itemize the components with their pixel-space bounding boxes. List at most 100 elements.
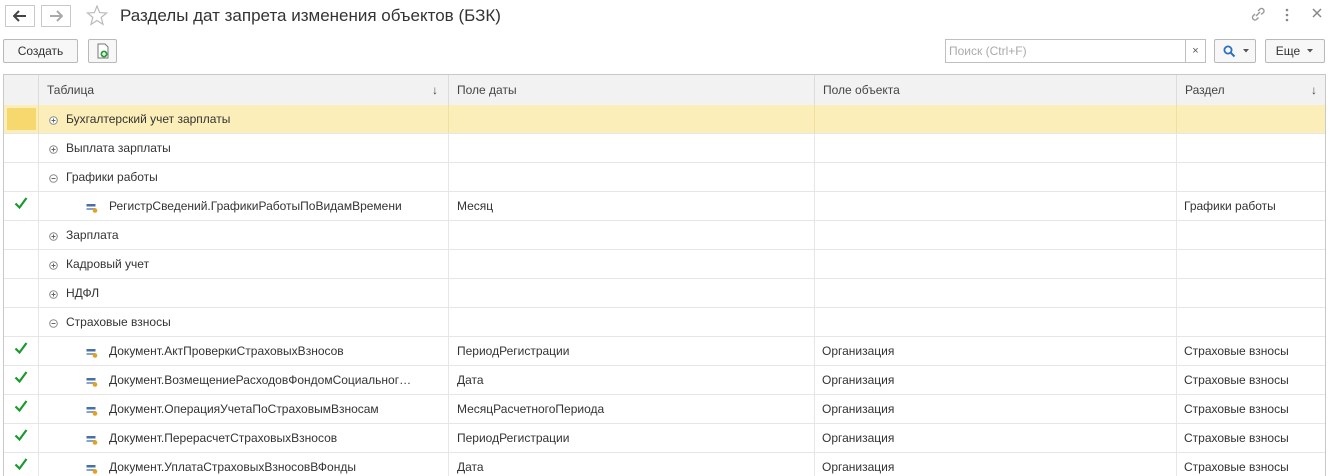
cell-section: Страховые взносы [1184, 460, 1289, 474]
table-row[interactable]: Документ.УплатаСтраховыхВзносовВФонды Дат… [4, 453, 1325, 476]
expand-icon[interactable] [49, 288, 58, 299]
search-button[interactable] [1214, 39, 1256, 63]
register-icon [86, 463, 98, 474]
document-add-icon [97, 43, 108, 59]
column-divider [814, 279, 815, 307]
column-divider [38, 395, 39, 423]
forward-button[interactable] [41, 5, 71, 27]
table-row[interactable]: Документ.ОперацияУчетаПоСтраховымВзносам… [4, 395, 1325, 424]
link-icon[interactable] [1250, 6, 1266, 25]
column-divider [38, 337, 39, 365]
column-divider [38, 366, 39, 394]
cell-object-field [822, 192, 1172, 220]
group-row[interactable]: НДФЛ [4, 279, 1325, 308]
group-row[interactable]: Выплата зарплаты [4, 134, 1325, 163]
column-divider [448, 134, 449, 162]
add-from-copy-button[interactable] [88, 39, 117, 63]
column-divider [38, 221, 39, 249]
collapse-icon[interactable] [49, 317, 58, 328]
cell-date-field [457, 134, 807, 162]
cell-object-field [822, 134, 1172, 162]
sections-table[interactable]: Таблица ↓ Поле даты Поле объекта Раздел … [3, 74, 1326, 476]
cell-section [1184, 308, 1324, 336]
column-divider [448, 424, 449, 452]
expand-icon[interactable] [49, 259, 58, 270]
header-section[interactable]: Раздел ↓ [1176, 75, 1325, 105]
clear-icon: × [1192, 45, 1199, 57]
column-divider [448, 192, 449, 220]
more-button[interactable]: Еще [1265, 39, 1325, 63]
favorite-star-icon[interactable] [85, 4, 109, 29]
cell-section: Графики работы [1184, 199, 1276, 213]
column-divider [38, 134, 39, 162]
column-divider [814, 366, 815, 394]
cell-section [1184, 105, 1324, 133]
column-divider [814, 192, 815, 220]
column-divider [1176, 366, 1177, 394]
chevron-down-icon [1243, 49, 1249, 53]
group-row[interactable]: Бухгалтерский учет зарплаты [4, 105, 1325, 134]
search-placeholder: Поиск (Ctrl+F) [949, 44, 1027, 58]
cell-object-field [822, 105, 1172, 133]
cell-table: Документ.ОперацияУчетаПоСтраховымВзносам [109, 402, 379, 416]
group-row[interactable]: Кадровый учет [4, 250, 1325, 279]
column-divider [448, 163, 449, 191]
sort-down-icon: ↓ [1311, 83, 1317, 97]
header-date-field[interactable]: Поле даты [448, 75, 814, 105]
more-vertical-icon[interactable] [1284, 8, 1290, 25]
column-divider [1176, 134, 1177, 162]
checkmark-icon [14, 370, 28, 387]
cell-table: Кадровый учет [66, 257, 150, 271]
arrow-right-icon [50, 10, 63, 22]
column-divider [448, 250, 449, 278]
expand-icon[interactable] [49, 230, 58, 241]
checkmark-icon [14, 457, 28, 474]
collapse-icon[interactable] [49, 172, 58, 183]
cell-date-field: Дата [457, 373, 484, 387]
expand-icon[interactable] [49, 143, 58, 154]
group-row[interactable]: Страховые взносы [4, 308, 1325, 337]
cell-date-field: ПериодРегистрации [457, 431, 570, 445]
cell-date-field [457, 221, 807, 249]
group-row[interactable]: Графики работы [4, 163, 1325, 192]
search-input[interactable]: Поиск (Ctrl+F) [945, 39, 1185, 63]
group-row[interactable]: Зарплата [4, 221, 1325, 250]
back-button[interactable] [5, 5, 35, 27]
header-table[interactable]: Таблица ↓ [38, 75, 448, 105]
cell-section [1184, 134, 1324, 162]
create-button[interactable]: Создать [3, 39, 78, 63]
close-icon[interactable] [1310, 6, 1324, 23]
register-icon [86, 347, 98, 358]
cell-object-field: Организация [822, 402, 895, 416]
search-clear-button[interactable]: × [1185, 39, 1206, 63]
column-divider [1176, 395, 1177, 423]
sort-down-icon: ↓ [432, 83, 438, 97]
expand-icon[interactable] [49, 114, 58, 125]
header-object-field[interactable]: Поле объекта [814, 75, 1176, 105]
table-row[interactable]: Документ.АктПроверкиСтраховыхВзносов Пери… [4, 337, 1325, 366]
table-row[interactable]: Документ.ПерерасчетСтраховыхВзносов Перио… [4, 424, 1325, 453]
column-divider [814, 105, 815, 133]
column-divider [448, 337, 449, 365]
cell-object-field [822, 308, 1172, 336]
cell-section: Страховые взносы [1184, 431, 1289, 445]
column-divider [38, 424, 39, 452]
column-divider [1176, 279, 1177, 307]
column-divider [814, 134, 815, 162]
cell-table: Документ.АктПроверкиСтраховыхВзносов [109, 344, 344, 358]
column-divider [38, 192, 39, 220]
column-divider [814, 221, 815, 249]
header-object-field-label: Поле объекта [823, 83, 900, 97]
column-divider [814, 250, 815, 278]
cell-object-field: Организация [822, 431, 895, 445]
table-row[interactable]: Документ.ВозмещениеРасходовФондомСоциаль… [4, 366, 1325, 395]
column-divider [448, 366, 449, 394]
cell-object-field [822, 163, 1172, 191]
table-row[interactable]: РегистрСведений.ГрафикиРаботыПоВидамВрем… [4, 192, 1325, 221]
cell-date-field [457, 163, 807, 191]
cell-table: Графики работы [66, 170, 158, 184]
arrow-left-icon [13, 10, 26, 22]
column-divider [448, 279, 449, 307]
column-divider [448, 453, 449, 476]
header-date-field-label: Поле даты [457, 83, 517, 97]
